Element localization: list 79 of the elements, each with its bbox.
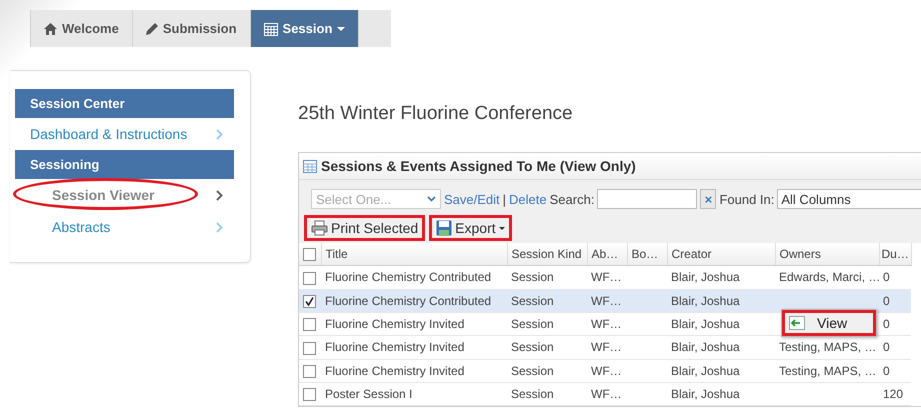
found-in-label: Found In: — [719, 192, 774, 206]
table-cell: WF… — [591, 340, 622, 354]
caret-icon — [498, 226, 505, 230]
page-title: 25th Winter Fluorine Conference — [298, 103, 574, 125]
separator-text: | — [502, 192, 506, 206]
view-icon — [789, 316, 805, 330]
toolbar-button[interactable]: Print Selected — [304, 215, 426, 241]
table-cell: 0 — [883, 270, 890, 284]
column-header[interactable]: Title — [321, 243, 507, 266]
table-cell: Session — [511, 294, 554, 308]
table-cell: 0 — [883, 364, 890, 378]
table-cell: WF… — [591, 364, 622, 378]
checkbox[interactable] — [303, 364, 316, 378]
table-cell: Fluorine Chemistry Contributed — [325, 270, 492, 284]
table-cell: Edwards, Marci, … — [779, 270, 879, 284]
column-header[interactable]: Du… — [879, 243, 911, 266]
column-header[interactable]: Session Kind — [507, 243, 587, 266]
nav-tab[interactable]: Welcome — [31, 10, 133, 47]
chevron-right-icon — [216, 190, 223, 200]
printer-icon — [311, 220, 328, 236]
table-cell: Blair, Joshua — [671, 340, 740, 354]
table-cell: Poster Session I — [325, 387, 412, 402]
nav-tab[interactable]: Session — [250, 10, 360, 47]
column-header[interactable]: Bo… — [627, 243, 667, 266]
table-cell: WF… — [591, 270, 622, 284]
table-cell: Fluorine Chemistry Invited — [325, 364, 464, 378]
search-field[interactable] — [597, 189, 698, 209]
table-cell: Blair, Joshua — [671, 270, 740, 284]
table-cell: WF… — [591, 294, 622, 308]
sidebar-item[interactable]: Abstracts — [15, 211, 235, 243]
table-cell: Session — [511, 317, 554, 332]
table-cell: Blair, Joshua — [671, 294, 740, 308]
column-header[interactable]: Ab… — [587, 243, 627, 266]
save-edit-link[interactable]: Save/Edit — [444, 192, 500, 206]
table-cell: 0 — [883, 340, 890, 354]
checkbox[interactable] — [303, 388, 316, 402]
table-cell: Blair, Joshua — [671, 387, 740, 402]
checkbox[interactable] — [303, 318, 316, 332]
table-cell: WF… — [591, 387, 622, 402]
chevron-down-icon — [427, 196, 436, 202]
checkbox[interactable] — [303, 248, 316, 262]
column-header[interactable]: Owners — [775, 243, 879, 266]
table-cell: 0 — [883, 294, 890, 308]
table-cell: WF… — [591, 317, 622, 332]
caret-icon — [337, 26, 346, 30]
pencil-icon — [146, 22, 158, 34]
table-cell: Testing, MAPS, … — [779, 340, 876, 354]
checkbox[interactable] — [303, 294, 316, 308]
checkbox[interactable] — [303, 342, 316, 355]
calendar-icon — [264, 22, 278, 36]
table-cell: 120 — [883, 387, 904, 402]
column-header[interactable]: Creator — [667, 243, 775, 266]
table-cell: Session — [511, 270, 554, 284]
clear-button[interactable]: × — [700, 189, 716, 209]
table-cell: 0 — [883, 317, 890, 332]
table-cell: Blair, Joshua — [671, 317, 740, 332]
table-cell: Fluorine Chemistry Contributed — [325, 294, 492, 308]
checkbox[interactable] — [303, 272, 316, 285]
table-cell: Testing, MAPS, … — [779, 364, 876, 378]
search-label: Search: — [550, 192, 594, 206]
table-cell: Fluorine Chemistry Invited — [325, 317, 464, 332]
panel-title: Sessions & Events Assigned To Me (View Only) — [321, 158, 636, 174]
sidebar-heading: Session Center — [15, 89, 234, 118]
table-icon — [303, 160, 317, 172]
chevron-right-icon — [216, 222, 223, 232]
menu-item[interactable]: View — [782, 310, 876, 336]
table-cell: Session — [511, 387, 554, 402]
table-cell: Fluorine Chemistry Invited — [325, 340, 464, 354]
chevron-right-icon — [216, 128, 223, 140]
delete-link[interactable]: Delete — [509, 192, 547, 206]
sidebar-item[interactable]: Dashboard & Instructions — [15, 118, 235, 150]
table-cell: Session — [511, 340, 554, 354]
sidebar-item[interactable]: Session Viewer — [15, 179, 235, 211]
table-cell: Session — [511, 364, 554, 378]
toolbar-button[interactable]: Export — [429, 215, 512, 241]
found-in-dropdown[interactable]: All Columns — [777, 189, 921, 209]
sidebar-heading: Sessioning — [15, 150, 234, 179]
table-cell: Blair, Joshua — [671, 364, 740, 378]
home-icon — [44, 22, 57, 34]
